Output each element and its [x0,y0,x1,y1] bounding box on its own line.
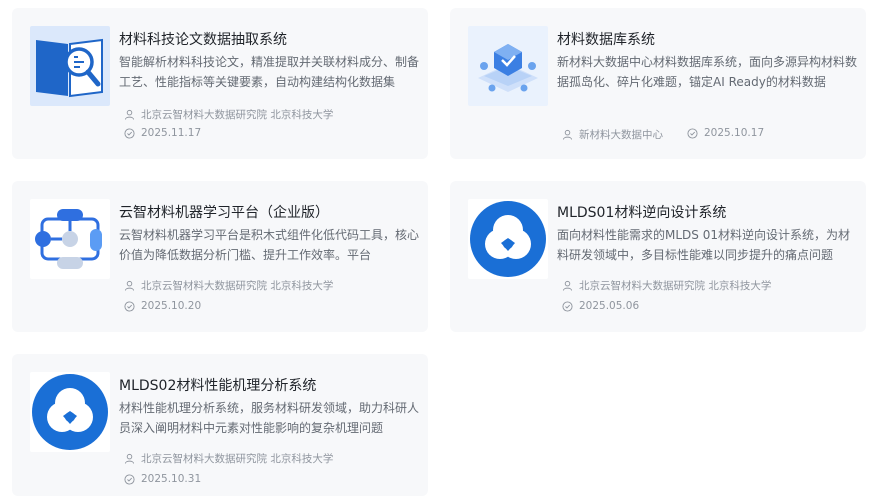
card-date: 2025.10.20 [124,300,201,312]
organization-text: 北京云智材料大数据研究院 北京科技大学 [141,453,334,465]
app-card-ml-platform[interactable]: 云智材料机器学习平台（企业版） 云智材料机器学习平台是积木式组件化低代码工具，核… [12,181,428,332]
date-text: 2025.10.17 [704,127,765,139]
card-description: 智能解析材料科技论文，精准提取并关联材料成分、制备工艺、性能指标等关键要素，自动… [119,55,419,89]
user-icon [124,453,135,464]
organization-text: 北京云智材料大数据研究院 北京科技大学 [141,280,334,292]
user-icon [124,109,135,120]
date-text: 2025.10.31 [141,473,202,485]
card-organization: 北京云智材料大数据研究院 北京科技大学 [562,278,771,293]
database-cube-icon [468,26,548,106]
card-date: 2025.10.31 [124,473,201,485]
user-icon [124,280,135,291]
date-text: 2025.10.20 [141,300,202,312]
document-search-icon [30,26,110,106]
card-description: 材料性能机理分析系统，服务材料研发领域，助力科研人员深入阐明材料中元素对性能影响… [119,401,419,435]
user-icon [562,280,573,291]
card-date: 2025.10.17 [687,127,764,139]
app-card-mlds02[interactable]: MLDS02材料性能机理分析系统 材料性能机理分析系统，服务材料研发领域，助力科… [12,354,428,496]
clock-check-icon [562,300,573,312]
workflow-icon [30,199,110,279]
user-icon [562,129,573,140]
card-description: 新材料大数据中心材料数据库系统，面向多源异构材料数据孤岛化、碎片化难题，锚定AI… [557,55,857,89]
card-organization: 北京云智材料大数据研究院 北京科技大学 [124,107,333,122]
app-card-grid: 材料科技论文数据抽取系统 智能解析材料科技论文，精准提取并关联材料成分、制备工艺… [0,0,870,496]
card-title[interactable]: MLDS01材料逆向设计系统 [557,203,726,223]
organization-text: 新材料大数据中心 [579,129,663,141]
clock-check-icon [124,300,135,312]
card-organization: 北京云智材料大数据研究院 北京科技大学 [124,278,333,293]
card-date: 2025.05.06 [562,300,639,312]
card-date: 2025.11.17 [124,127,201,139]
mlds-logo-icon [468,199,548,279]
clock-check-icon [124,127,135,139]
card-organization: 新材料大数据中心 [562,127,663,142]
date-text: 2025.05.06 [579,300,640,312]
card-title[interactable]: 云智材料机器学习平台（企业版） [119,203,329,223]
organization-text: 北京云智材料大数据研究院 北京科技大学 [141,109,334,121]
card-description: 面向材料性能需求的MLDS 01材料逆向设计系统，为材料研发领域中，多目标性能难… [557,228,850,262]
organization-text: 北京云智材料大数据研究院 北京科技大学 [579,280,772,292]
card-title[interactable]: MLDS02材料性能机理分析系统 [119,376,316,396]
card-title[interactable]: 材料数据库系统 [557,30,655,50]
app-card-mlds01[interactable]: MLDS01材料逆向设计系统 面向材料性能需求的MLDS 01材料逆向设计系统，… [450,181,866,332]
card-description: 云智材料机器学习平台是积木式组件化低代码工具，核心价值为降低数据分析门槛、提升工… [119,228,419,262]
date-text: 2025.11.17 [141,127,202,139]
card-organization: 北京云智材料大数据研究院 北京科技大学 [124,451,333,466]
app-card-paper-extraction[interactable]: 材料科技论文数据抽取系统 智能解析材料科技论文，精准提取并关联材料成分、制备工艺… [12,8,428,159]
clock-check-icon [687,127,698,139]
clock-check-icon [124,473,135,485]
app-card-materials-database[interactable]: 材料数据库系统 新材料大数据中心材料数据库系统，面向多源异构材料数据孤岛化、碎片… [450,8,866,159]
mlds-logo-icon [30,372,110,452]
card-title[interactable]: 材料科技论文数据抽取系统 [119,30,287,50]
